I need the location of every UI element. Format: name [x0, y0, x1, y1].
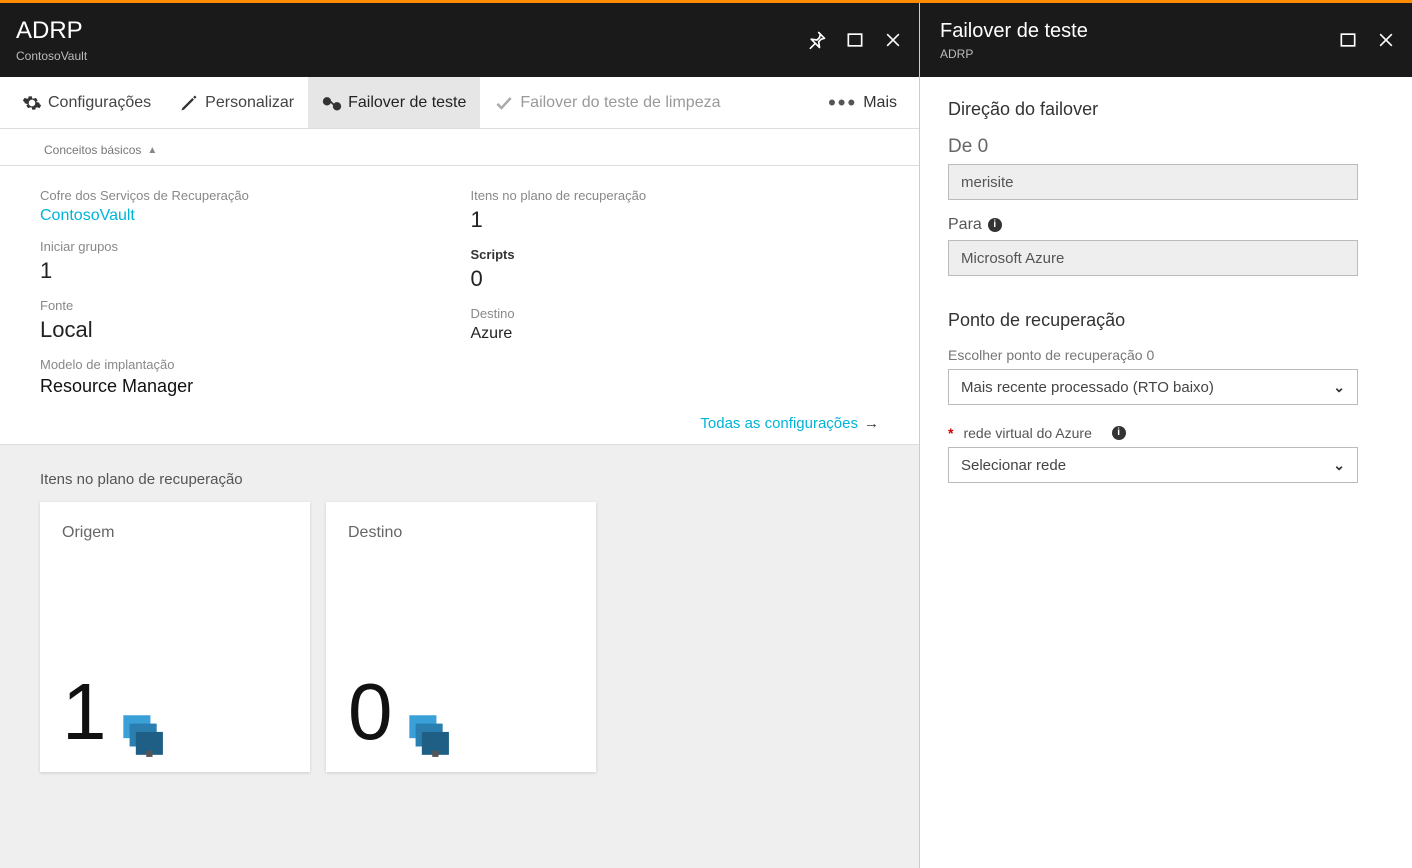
- all-settings-row: Todas as configurações →: [0, 397, 919, 444]
- test-failover-button[interactable]: Failover de teste: [308, 77, 480, 128]
- direction-heading: Direção do failover: [948, 99, 1384, 120]
- recovery-point-value: Mais recente processado (RTO baixo): [961, 379, 1214, 396]
- customize-button[interactable]: Personalizar: [165, 77, 308, 128]
- maximize-icon[interactable]: [845, 30, 865, 50]
- failover-icon: [322, 93, 342, 113]
- choose-rp-label: Escolher ponto de recuperação 0: [948, 347, 1384, 363]
- from-label: De 0: [948, 136, 1384, 158]
- items-label: Itens no plano de recuperação: [471, 188, 902, 203]
- info-icon[interactable]: i: [1112, 426, 1126, 440]
- deployment-model-value: Resource Manager: [40, 376, 471, 397]
- info-icon[interactable]: i: [988, 218, 1002, 232]
- maximize-icon[interactable]: [1338, 30, 1358, 50]
- vnet-select[interactable]: Selecionar rede ⌄: [948, 447, 1358, 483]
- test-failover-blade: Failover de teste ADRP Direção do failov…: [920, 3, 1412, 868]
- cleanup-test-failover-button[interactable]: Failover do teste de limpeza: [480, 77, 734, 128]
- tile-source[interactable]: Origem 1: [40, 502, 310, 772]
- to-label-text: Para: [948, 216, 982, 234]
- from-field: merisite: [948, 164, 1358, 200]
- tile-source-title: Origem: [62, 524, 288, 542]
- blade-subtitle: ContosoVault: [16, 49, 87, 63]
- tiles-section: Itens no plano de recuperação Origem 1 D…: [0, 444, 919, 868]
- customize-label: Personalizar: [205, 94, 294, 112]
- source-value: Local: [40, 317, 471, 343]
- start-groups-label: Iniciar grupos: [40, 239, 471, 254]
- vnet-placeholder: Selecionar rede: [961, 457, 1066, 474]
- chevron-up-icon: ▲: [147, 145, 157, 156]
- tiles-section-title: Itens no plano de recuperação: [40, 445, 879, 502]
- target-value: Azure: [471, 325, 902, 343]
- recovery-point-heading: Ponto de recuperação: [948, 310, 1384, 331]
- from-value: merisite: [961, 174, 1014, 191]
- essentials-panel: Cofre dos Serviços de Recuperação Contos…: [0, 166, 919, 397]
- vnet-label: rede virtual do Azure: [963, 425, 1091, 441]
- right-blade-title: Failover de teste: [940, 20, 1088, 43]
- vault-label: Cofre dos Serviços de Recuperação: [40, 188, 471, 203]
- tile-target-count: 0: [348, 672, 393, 752]
- more-label: Mais: [863, 94, 897, 112]
- to-value: Microsoft Azure: [961, 250, 1064, 267]
- gear-icon: [22, 93, 42, 113]
- cleanup-label: Failover do teste de limpeza: [520, 94, 720, 112]
- target-label: Destino: [471, 306, 902, 321]
- to-label: Para i: [948, 216, 1384, 234]
- right-blade-body: Direção do failover De 0 merisite Para i…: [920, 77, 1412, 521]
- right-blade-subtitle: ADRP: [940, 47, 1088, 61]
- deployment-model-label: Modelo de implantação: [40, 357, 471, 372]
- all-settings-link[interactable]: Todas as configurações →: [700, 415, 879, 432]
- test-failover-label: Failover de teste: [348, 94, 466, 112]
- ellipsis-icon: •••: [828, 92, 857, 114]
- vnet-label-row: * rede virtual do Azure i: [948, 425, 1384, 441]
- command-bar: Configurações Personalizar Failover de t…: [0, 77, 919, 129]
- source-label: Fonte: [40, 298, 471, 313]
- to-field: Microsoft Azure: [948, 240, 1358, 276]
- checkmark-icon: [494, 93, 514, 113]
- pencil-icon: [179, 93, 199, 113]
- essentials-toggle[interactable]: Conceitos básicos ▲: [0, 129, 919, 166]
- close-icon[interactable]: [1376, 30, 1396, 50]
- scripts-value: 0: [471, 266, 902, 292]
- arrow-right-icon: →: [864, 415, 879, 432]
- essentials-label: Conceitos básicos: [44, 143, 141, 157]
- tile-source-count: 1: [62, 672, 107, 752]
- scripts-label: Scripts: [471, 247, 902, 262]
- chevron-down-icon: ⌄: [1333, 379, 1345, 396]
- tile-target[interactable]: Destino 0: [326, 502, 596, 772]
- start-groups-value: 1: [40, 258, 471, 284]
- blade-title: ADRP: [16, 17, 87, 45]
- close-icon[interactable]: [883, 30, 903, 50]
- vault-link[interactable]: ContosoVault: [40, 207, 471, 225]
- chevron-down-icon: ⌄: [1333, 457, 1345, 474]
- servers-icon: [115, 692, 165, 742]
- required-asterisk: *: [948, 425, 953, 441]
- settings-label: Configurações: [48, 94, 151, 112]
- tile-target-title: Destino: [348, 524, 574, 542]
- more-button[interactable]: ••• Mais: [814, 92, 911, 114]
- main-blade-header: ADRP ContosoVault: [0, 3, 919, 77]
- main-blade: ADRP ContosoVault Configuraçõ: [0, 3, 920, 868]
- pin-icon[interactable]: [807, 30, 827, 50]
- recovery-point-select[interactable]: Mais recente processado (RTO baixo) ⌄: [948, 369, 1358, 405]
- settings-button[interactable]: Configurações: [8, 77, 165, 128]
- all-settings-label: Todas as configurações: [700, 415, 858, 432]
- items-value: 1: [471, 207, 902, 233]
- servers-icon: [401, 692, 451, 742]
- right-blade-header: Failover de teste ADRP: [920, 3, 1412, 77]
